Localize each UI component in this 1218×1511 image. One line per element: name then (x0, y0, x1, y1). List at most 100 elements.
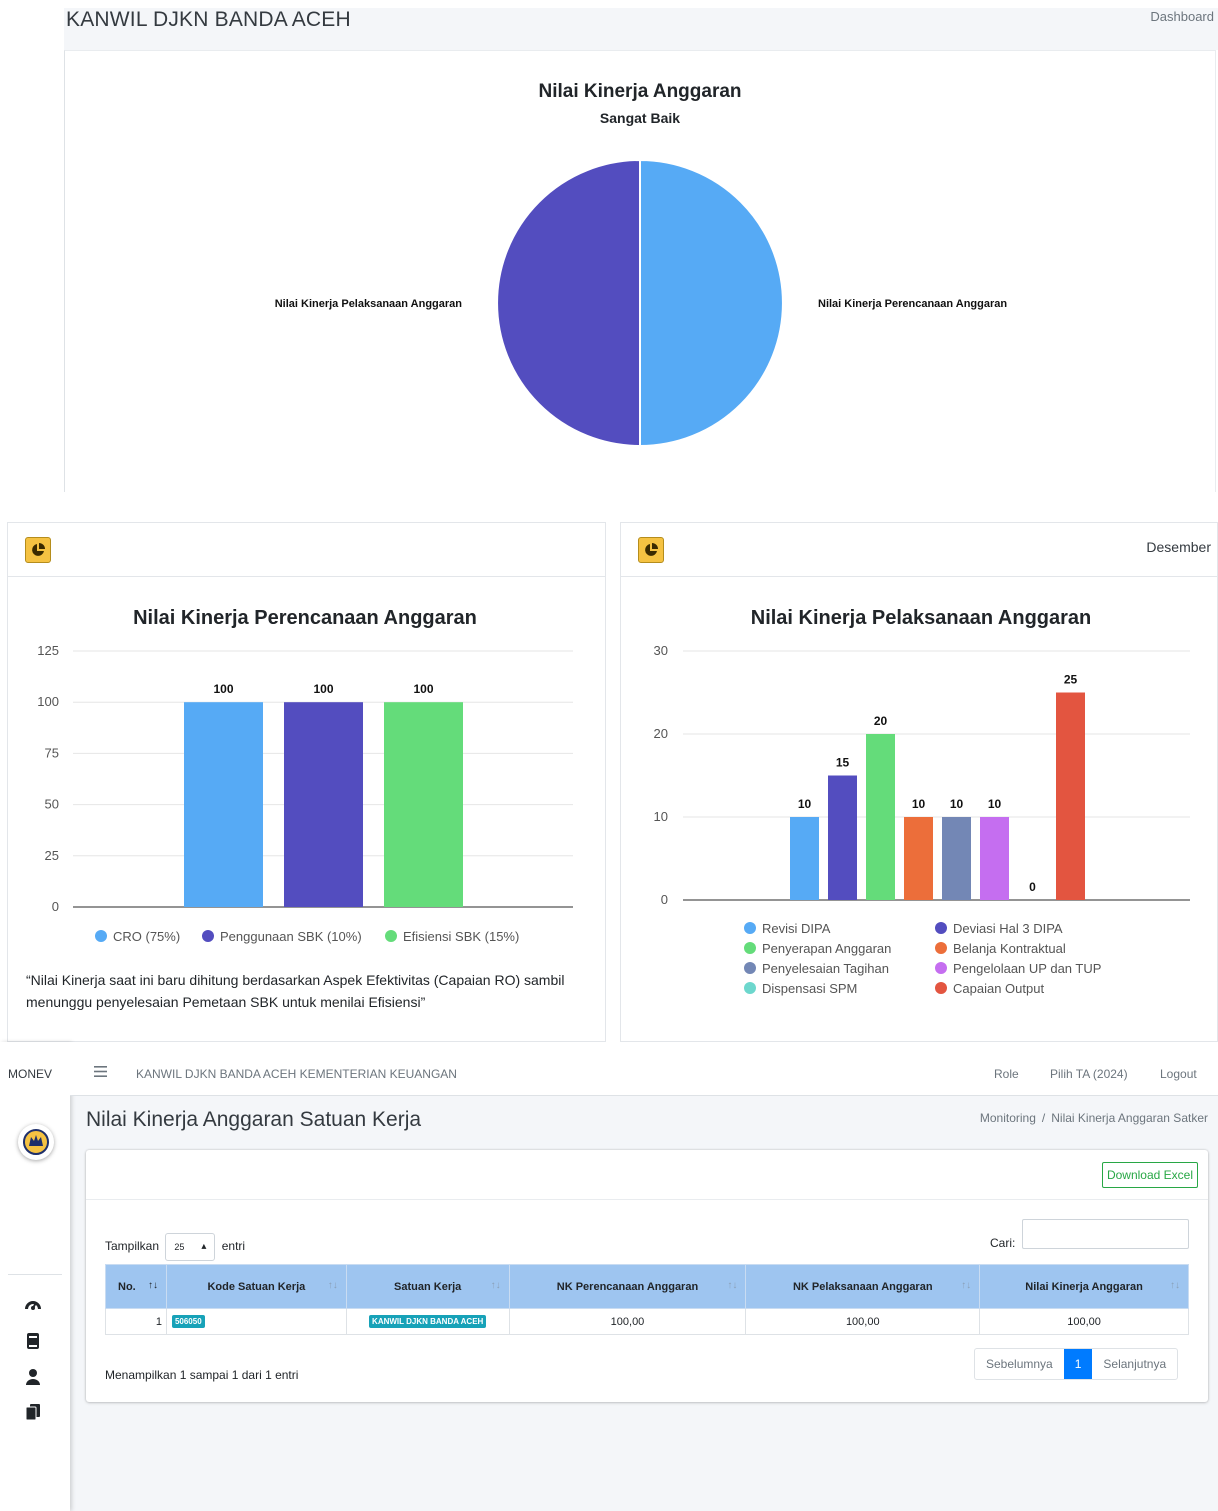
legend-swatch (744, 962, 756, 974)
bar[interactable] (284, 702, 363, 907)
bar[interactable] (942, 817, 971, 900)
legend-label: Efisiensi SBK (15%) (403, 929, 520, 944)
bar[interactable] (184, 702, 263, 907)
legend-item[interactable]: Revisi DIPA (744, 921, 830, 936)
pie-slice-label-pelaksanaan: Nilai Kinerja Pelaksanaan Anggaran (275, 298, 463, 310)
col-satker-label: Satuan Kerja (394, 1280, 462, 1293)
nav-role[interactable]: Role (994, 1067, 1019, 1081)
y-tick-label: 75 (45, 745, 59, 760)
col-no[interactable]: No. ↑↓ (105, 1264, 167, 1309)
bar[interactable] (1056, 692, 1085, 901)
dashboard-gauge-icon[interactable] (24, 1296, 42, 1314)
y-tick-label: 0 (52, 899, 59, 914)
bar[interactable] (790, 817, 819, 900)
legend-label: Dispensasi SPM (762, 981, 858, 996)
legend-item[interactable]: Deviasi Hal 3 DIPA (935, 921, 1063, 936)
pager-current[interactable]: 1 (1063, 1349, 1093, 1379)
brand-text[interactable]: MONEV (8, 1067, 52, 1081)
files-icon[interactable] (24, 1403, 42, 1421)
hamburger-icon[interactable] (94, 1066, 107, 1077)
length-value: 25 (174, 1242, 185, 1252)
pie-chart: Nilai Kinerja Anggaran Sangat Baik Nilai… (275, 81, 1007, 448)
length-select[interactable]: 25 ▴ (165, 1233, 216, 1261)
bar-value-label: 25 (1064, 673, 1078, 687)
bar-value-label: 10 (798, 797, 812, 811)
cell-kode: 506050 (165, 1308, 347, 1335)
sidebar-divider (8, 1274, 62, 1275)
y-tick-label: 100 (37, 694, 59, 709)
legend-item[interactable]: CRO (75%) (95, 929, 180, 944)
legend-swatch (95, 930, 107, 942)
breadcrumb-current: Nilai Kinerja Anggaran Satker (1051, 1111, 1208, 1125)
bar-value-label: 10 (950, 797, 964, 811)
legend-swatch (744, 922, 756, 934)
legend-item[interactable]: Belanja Kontraktual (935, 941, 1066, 956)
length-control: Tampilkan 25 ▴ entri (105, 1233, 245, 1261)
book-icon[interactable] (24, 1332, 42, 1350)
legend-item[interactable]: Pengelolaan UP dan TUP (935, 961, 1101, 976)
col-kode[interactable]: Kode Satuan Kerja ↑↓ (165, 1264, 347, 1309)
nav-logout[interactable]: Logout (1160, 1067, 1197, 1081)
search-input[interactable] (1022, 1219, 1189, 1249)
table-header-row: No. ↑↓ Kode Satuan Kerja ↑↓ Satuan Kerja ↑↓… (105, 1264, 1189, 1309)
pager-prev[interactable]: Sebelumnya (975, 1349, 1064, 1379)
y-tick-label: 30 (654, 643, 668, 658)
col-nka[interactable]: Nilai Kinerja Anggaran ↑↓ (979, 1264, 1189, 1309)
col-nk-pelaksanaan[interactable]: NK Pelaksanaan Anggaran ↑↓ (745, 1264, 981, 1309)
cell-satker: KANWIL DJKN BANDA ACEH (345, 1308, 510, 1335)
bar[interactable] (384, 702, 463, 907)
user-icon[interactable] (24, 1368, 42, 1386)
table-card: Download Excel Tampilkan 25 ▴ entri Cari:… (86, 1150, 1208, 1402)
legend-swatch (935, 922, 947, 934)
legend-item[interactable]: Penyerapan Anggaran (744, 941, 891, 956)
legend-swatch (935, 962, 947, 974)
cell-nka: 100,00 (979, 1308, 1189, 1335)
satker-badge: KANWIL DJKN BANDA ACEH (369, 1315, 487, 1328)
y-tick-label: 20 (654, 726, 668, 741)
pie-slice[interactable] (639, 158, 784, 448)
cell-nk-perencanaan: 100,00 (508, 1308, 747, 1335)
breadcrumb-monitoring[interactable]: Monitoring (980, 1111, 1036, 1125)
sort-icon: ↑↓ (961, 1280, 972, 1291)
cell-nk-pelaksanaan: 100,00 (745, 1308, 981, 1335)
legend-item[interactable]: Efisiensi SBK (15%) (385, 929, 519, 944)
legend-swatch (202, 930, 214, 942)
legend-item[interactable]: Dispensasi SPM (744, 981, 857, 996)
bar[interactable] (866, 734, 895, 900)
bar-value-label: 0 (1029, 880, 1036, 894)
col-satker[interactable]: Satuan Kerja ↑↓ (345, 1264, 510, 1309)
col-no-label: No. (118, 1280, 136, 1293)
legend-swatch (385, 930, 397, 942)
bar[interactable] (828, 775, 857, 901)
legend-item[interactable]: Capaian Output (935, 981, 1044, 996)
bar[interactable] (904, 817, 933, 900)
bar-value-label: 10 (912, 797, 926, 811)
legend-item[interactable]: Penggunaan SBK (10%) (202, 929, 362, 944)
kemenkeu-logo[interactable] (18, 1124, 54, 1160)
bar-value-label: 20 (874, 714, 888, 728)
pager-next[interactable]: Selanjutnya (1092, 1349, 1177, 1379)
length-label-pre: Tampilkan (105, 1239, 160, 1254)
kode-badge: 506050 (171, 1315, 205, 1328)
bar-value-label: 100 (313, 682, 333, 696)
legend-swatch (744, 942, 756, 954)
breadcrumb: Monitoring / Nilai Kinerja Anggaran Satker (980, 1111, 1208, 1125)
bar[interactable] (980, 817, 1009, 900)
page-title: Nilai Kinerja Anggaran Satuan Kerja (86, 1108, 422, 1131)
nav-pilih-ta[interactable]: Pilih TA (2024) (1050, 1067, 1128, 1081)
nka-table: No. ↑↓ Kode Satuan Kerja ↑↓ Satuan Kerja ↑↓… (105, 1264, 1189, 1335)
pie-slice[interactable] (496, 158, 641, 448)
col-nk-pelaksanaan-label: NK Pelaksanaan Anggaran (792, 1280, 933, 1293)
col-nk-perencanaan[interactable]: NK Perencanaan Anggaran ↑↓ (508, 1264, 747, 1309)
legend-label: Deviasi Hal 3 DIPA (953, 921, 1063, 936)
legend-item[interactable]: Penyelesaian Tagihan (744, 961, 889, 976)
y-tick-label: 25 (45, 848, 59, 863)
bar-value-label: 100 (413, 682, 433, 696)
col-kode-label: Kode Satuan Kerja (207, 1280, 306, 1293)
col-nka-label: Nilai Kinerja Anggaran (1025, 1280, 1143, 1293)
sort-asc-icon: ↑↓ (147, 1280, 158, 1291)
y-tick-label: 50 (45, 797, 59, 812)
sidebar: MONEV (0, 1042, 70, 1511)
bar-value-label: 15 (836, 756, 850, 770)
download-excel-button[interactable]: Download Excel (1101, 1162, 1198, 1188)
